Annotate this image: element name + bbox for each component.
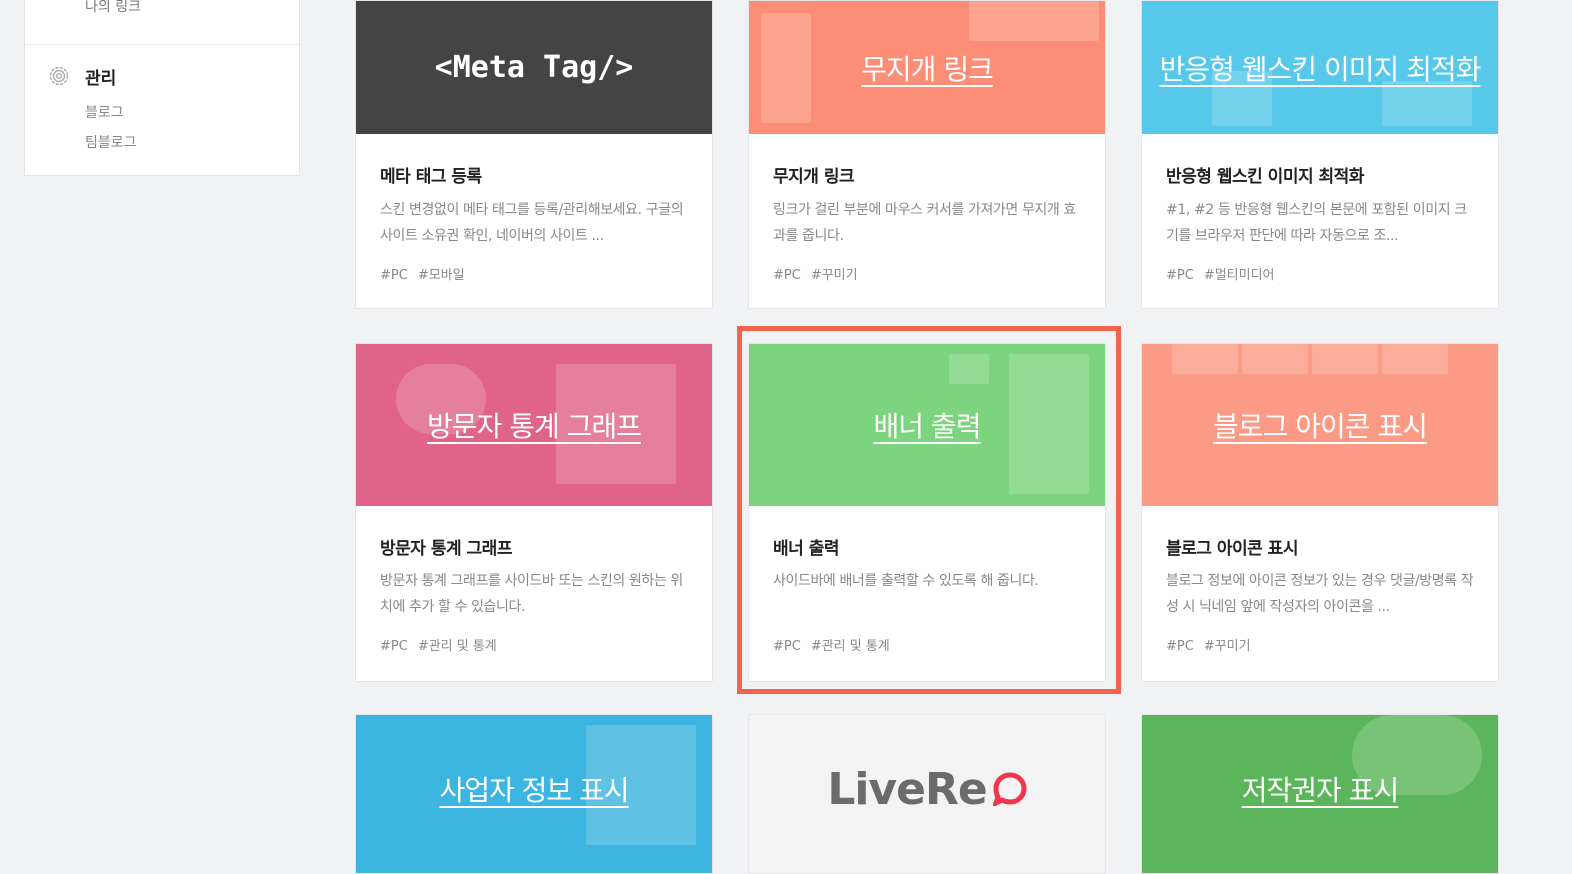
thumbnail-decoration (761, 13, 811, 123)
plugin-card-business-info[interactable]: 사업자 정보 표시 (355, 714, 713, 874)
livere-logo: LiveRe (827, 763, 1027, 815)
thumbnail-decoration (949, 354, 989, 384)
card-description: 방문자 통계 그래프를 사이드바 또는 스킨의 원하는 위치에 추가 할 수 있… (380, 573, 683, 615)
thumbnail-decoration (1382, 81, 1472, 126)
card-description: 링크가 걸린 부분에 마우스 커서를 가져가면 무지개 효과를 줍니다. (773, 202, 1076, 244)
card-tags: #PC #꾸미기 (1166, 635, 1261, 654)
livere-logo-text: LiveRe (827, 763, 987, 815)
thumbnail-decoration (1242, 344, 1308, 374)
card-title[interactable]: 방문자 통계 그래프 (380, 534, 512, 559)
card-thumbnail[interactable]: 무지개 링크 (749, 1, 1105, 134)
card-thumbnail[interactable]: 저작권자 표시 (1142, 715, 1498, 873)
card-tags: #PC #멀티미디어 (1166, 264, 1285, 283)
card-description: #1, #2 등 반응형 웹스킨의 본문에 포함된 이미지 크기를 브라우저 판… (1166, 202, 1467, 244)
card-thumbnail[interactable]: 방문자 통계 그래프 (356, 344, 712, 506)
card-thumbnail[interactable]: 블로그 아이콘 표시 (1142, 344, 1498, 506)
plugin-card-visitor-graph[interactable]: 방문자 통계 그래프 방문자 통계 그래프 방문자 통계 그래프를 사이드바 또… (355, 343, 713, 682)
thumbnail-title: 저작권자 표시 (1241, 774, 1399, 807)
card-tags: #PC #꾸미기 (773, 264, 868, 283)
tag[interactable]: #관리 및 통계 (418, 639, 497, 654)
plugin-card-meta-tag[interactable]: <Meta Tag/> 메타 태그 등록 스킨 변경없이 메타 태그를 등록/관… (355, 0, 713, 309)
sidebar-section-manage[interactable]: 관리 (85, 64, 116, 89)
tag[interactable]: #꾸미기 (1204, 639, 1251, 654)
tag[interactable]: #PC (380, 639, 408, 654)
plugin-card-banner-output[interactable]: 배너 출력 배너 출력 사이드바에 배너를 출력할 수 있도록 해 줍니다. #… (748, 343, 1106, 682)
thumbnail-decoration (1312, 344, 1378, 374)
card-description: 사이드바에 배너를 출력할 수 있도록 해 줍니다. (773, 573, 1039, 589)
card-title[interactable]: 블로그 아이콘 표시 (1166, 534, 1298, 559)
tag[interactable]: #멀티미디어 (1204, 268, 1275, 283)
thumbnail-title: 사업자 정보 표시 (439, 774, 629, 807)
livere-speech-bubble-icon (992, 772, 1027, 806)
sidebar-item-blog[interactable]: 블로그 (85, 102, 124, 122)
thumbnail-decoration (969, 1, 1099, 41)
card-thumbnail[interactable]: 사업자 정보 표시 (356, 715, 712, 873)
tag[interactable]: #모바일 (418, 268, 465, 283)
card-thumbnail[interactable]: <Meta Tag/> (356, 1, 712, 134)
card-thumbnail[interactable]: 반응형 웹스킨 이미지 최적화 (1142, 1, 1498, 134)
thumbnail-title: 블로그 아이콘 표시 (1213, 410, 1428, 443)
tag[interactable]: #관리 및 통계 (811, 639, 890, 654)
thumbnail-decoration (1009, 354, 1089, 494)
card-tags: #PC #관리 및 통계 (773, 635, 900, 654)
plugin-card-blog-icon[interactable]: 블로그 아이콘 표시 블로그 아이콘 표시 블로그 정보에 아이콘 정보가 있는… (1141, 343, 1499, 682)
plugin-card-rainbow-link[interactable]: 무지개 링크 무지개 링크 링크가 걸린 부분에 마우스 커서를 가져가면 무지… (748, 0, 1106, 309)
thumbnail-title: 반응형 웹스킨 이미지 최적화 (1159, 52, 1482, 86)
card-thumbnail[interactable]: 배너 출력 (749, 344, 1105, 506)
card-title[interactable]: 반응형 웹스킨 이미지 최적화 (1166, 162, 1364, 187)
card-title[interactable]: 메타 태그 등록 (380, 162, 482, 187)
tag[interactable]: #PC (773, 268, 801, 283)
card-tags: #PC #모바일 (380, 264, 475, 283)
tag[interactable]: #PC (1166, 268, 1194, 283)
sidebar-divider (25, 44, 299, 45)
card-description: 블로그 정보에 아이콘 정보가 있는 경우 댓글/방명록 작성 시 닉네임 앞에… (1166, 573, 1474, 615)
sidebar-item-my-links[interactable]: 나의 링크 (85, 0, 141, 16)
card-title[interactable]: 배너 출력 (773, 534, 839, 559)
tag[interactable]: #PC (380, 268, 408, 283)
plugin-card-responsive-image[interactable]: 반응형 웹스킨 이미지 최적화 반응형 웹스킨 이미지 최적화 #1, #2 등… (1141, 0, 1499, 309)
card-title[interactable]: 무지개 링크 (773, 162, 855, 187)
card-description: 스킨 변경없이 메타 태그를 등록/관리해보세요. 구글의 사이트 소유권 확인… (380, 202, 684, 244)
plugin-card-copyright[interactable]: 저작권자 표시 (1141, 714, 1499, 874)
tag[interactable]: #PC (773, 639, 801, 654)
gear-icon (49, 66, 69, 86)
sidebar: 나의 링크 관리 블로그 팀블로그 (24, 0, 300, 176)
sidebar-item-team-blog[interactable]: 팀블로그 (85, 132, 137, 152)
thumbnail-title: 배너 출력 (873, 410, 982, 443)
tag[interactable]: #꾸미기 (811, 268, 858, 283)
tag[interactable]: #PC (1166, 639, 1194, 654)
thumbnail-title: 방문자 통계 그래프 (427, 410, 642, 443)
thumbnail-decoration (1382, 344, 1448, 374)
thumbnail-title: <Meta Tag/> (434, 50, 634, 85)
card-thumbnail[interactable]: LiveRe (749, 715, 1105, 873)
thumbnail-decoration (1172, 344, 1238, 374)
plugin-card-livere[interactable]: LiveRe (748, 714, 1106, 874)
card-tags: #PC #관리 및 통계 (380, 635, 507, 654)
thumbnail-title: 무지개 링크 (861, 52, 994, 86)
